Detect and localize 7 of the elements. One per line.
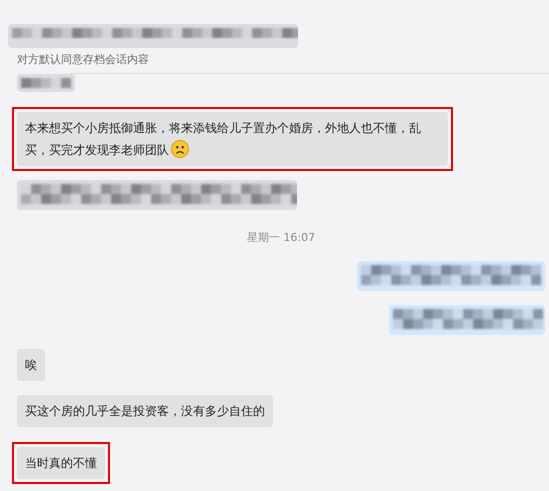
message-bubble: 买这个房的几乎全是投资客，没有多少自住的: [17, 395, 273, 427]
frown-emoji-icon: [171, 140, 189, 158]
message-bubble: 本来想买个小房抵御通胀，将来添钱给儿子置办个婚房，外地人也不懂，乱买，买完才发现李老师团队: [17, 112, 448, 166]
message-bubble: 唉: [17, 349, 45, 381]
timestamp: 星期一 16:07: [246, 230, 316, 245]
message-bubble: 当时真的不懂: [17, 447, 105, 479]
archive-notice: 对方默认同意存档会话内容: [16, 52, 150, 67]
